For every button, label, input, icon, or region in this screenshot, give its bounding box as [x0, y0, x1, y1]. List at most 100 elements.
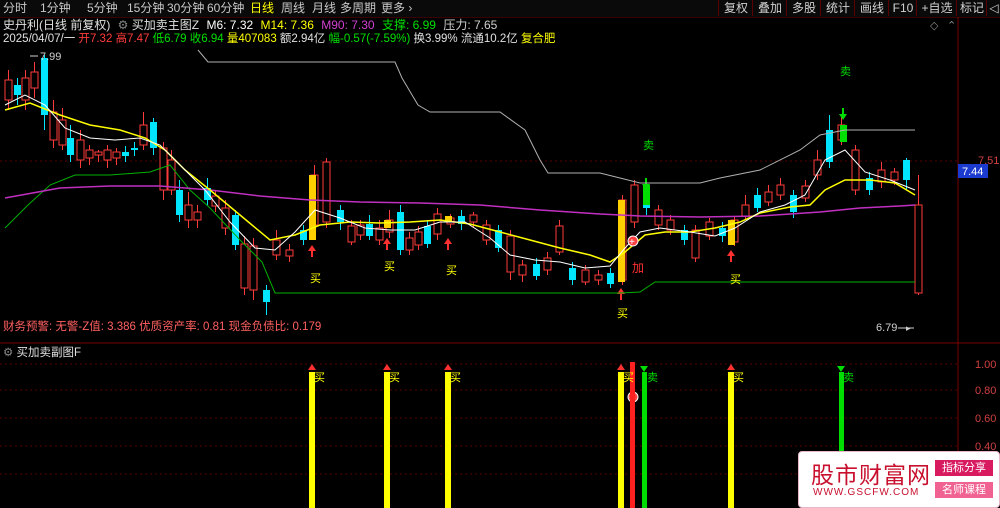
sell-signals: 卖 卖	[643, 65, 851, 152]
current-price-label: 7.44	[962, 166, 983, 178]
sell-label: 卖	[643, 139, 654, 152]
candle-body	[94, 151, 103, 156]
sell-label: 卖	[647, 371, 658, 384]
buy-label: 买	[310, 272, 321, 285]
logo-url: WWW.GSCFW.COM	[813, 487, 920, 498]
candle-body	[366, 224, 373, 236]
candle-body	[518, 264, 527, 276]
candle-body	[337, 210, 344, 222]
candle-body	[397, 212, 404, 250]
candle-body	[405, 237, 414, 251]
candle-body	[272, 239, 281, 256]
pressure-line	[197, 49, 915, 184]
candle-body	[159, 147, 168, 191]
buy-label: 买	[617, 307, 628, 320]
buy-label: 买	[623, 371, 634, 384]
sub-chart-header: ⚙ 买加卖副图F	[3, 346, 81, 360]
candle-body	[414, 231, 423, 246]
buy-bar	[618, 372, 624, 508]
candle-body	[741, 204, 750, 217]
signal-candle	[384, 220, 391, 228]
buy-label: 买	[389, 371, 400, 384]
plus-icon: +	[629, 237, 635, 248]
candle-body	[607, 273, 614, 284]
candle-body	[666, 219, 675, 231]
up-arrow-icon	[383, 364, 391, 370]
up-arrow-icon	[383, 238, 391, 244]
sell-bar	[642, 372, 647, 508]
candle-body	[139, 124, 148, 146]
candle-body	[240, 243, 249, 289]
buy-label: 买	[314, 371, 325, 384]
signal-candle	[618, 200, 625, 282]
sub-tick-080: 0.80	[975, 385, 996, 397]
candle-body	[122, 152, 129, 156]
buy-bar	[445, 372, 451, 508]
sub-arrows	[308, 364, 845, 372]
candle-body	[167, 159, 176, 191]
sell-label: 卖	[840, 65, 851, 78]
candle-body	[263, 290, 270, 302]
candle-body	[67, 138, 74, 155]
sell-label: 卖	[843, 371, 854, 384]
candle-body	[41, 58, 48, 115]
candle-body	[506, 235, 515, 273]
candle-body	[890, 171, 899, 181]
add-position-label: 加	[632, 261, 644, 275]
candle-body	[112, 151, 121, 159]
buy-bar	[728, 372, 734, 508]
candle-body	[764, 191, 773, 203]
candle-body	[424, 226, 431, 244]
candle-body	[249, 245, 258, 291]
candle-body	[914, 204, 923, 294]
candle-body	[30, 71, 39, 89]
candle-body	[754, 195, 761, 208]
candle-body	[851, 149, 860, 191]
logo-tag-indicator: 指标分享	[935, 460, 993, 476]
candle-body	[533, 264, 540, 276]
arrow-right-icon: ▸	[906, 323, 911, 333]
candle-body	[58, 119, 67, 146]
sub-tick-100: 1.00	[975, 359, 996, 371]
gear-icon[interactable]: ⚙	[3, 347, 13, 359]
candle-body	[49, 111, 58, 141]
min-price-label: 6.79	[876, 322, 897, 334]
up-arrow-icon	[727, 250, 735, 256]
up-arrow-icon	[727, 364, 735, 370]
sub-tick-060: 0.60	[975, 413, 996, 425]
candle-body	[581, 269, 590, 283]
candle-body	[4, 79, 13, 101]
logo-title: 股市财富网	[811, 463, 931, 489]
chart-canvas[interactable]: 7.99 6.79 ▸ 7.51 7.44 买 买 买 买 买 卖 卖 加 + …	[0, 0, 1000, 508]
buy-label: 买	[450, 371, 461, 384]
candle-body	[85, 149, 94, 159]
max-price-label: 7.99	[40, 51, 61, 63]
signal-candle	[309, 175, 316, 240]
sub-signal-bars: 买 买 买 买 卖 买 卖	[309, 362, 854, 508]
up-arrow-icon	[308, 364, 316, 370]
candle-body	[790, 195, 797, 212]
up-arrow-icon	[444, 364, 452, 370]
finance-warning: 财务预警: 无警-Z值: 3.386 优质资产率: 0.81 现金负债比: 0.…	[3, 321, 322, 333]
candle-body	[469, 214, 478, 223]
m6-line	[4, 94, 916, 269]
candle-body	[184, 204, 193, 221]
candle-body	[543, 257, 552, 271]
up-arrow-icon	[444, 238, 452, 244]
candle-body	[594, 274, 603, 281]
candle-body	[193, 211, 202, 221]
buy-label: 买	[733, 371, 744, 384]
buy-bar	[384, 372, 390, 508]
candle-body	[131, 148, 138, 150]
site-logo: 股市财富网 WWW.GSCFW.COM 指标分享 名师课程	[798, 451, 1000, 508]
candle-body	[776, 184, 785, 196]
candle-body	[903, 160, 910, 180]
sub-chart-title[interactable]: 买加卖副图F	[17, 347, 82, 359]
candle-body	[347, 225, 356, 243]
candle-body	[285, 249, 294, 257]
candle-body	[691, 229, 700, 259]
buy-label: 买	[730, 273, 741, 286]
support-line	[4, 164, 915, 294]
buy-label: 买	[446, 264, 457, 277]
candle-body	[103, 149, 112, 161]
